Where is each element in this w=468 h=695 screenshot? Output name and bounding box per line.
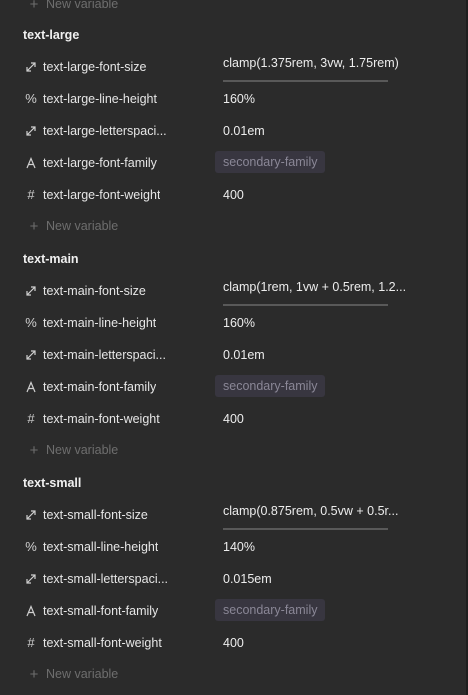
variable-value[interactable]: 400 <box>223 636 244 650</box>
variable-name[interactable]: text-main-font-family <box>43 380 156 394</box>
resize-icon <box>25 349 37 361</box>
variable-name[interactable]: text-large-line-height <box>43 92 157 106</box>
variable-name[interactable]: text-main-letterspaci... <box>43 348 166 362</box>
input-underline <box>223 304 388 306</box>
resize-icon <box>25 61 37 73</box>
variable-name[interactable]: text-small-font-weight <box>43 636 162 650</box>
variable-name[interactable]: text-large-font-weight <box>43 188 160 202</box>
variable-value[interactable]: 0.01em <box>223 348 265 362</box>
variable-value[interactable]: 400 <box>223 188 244 202</box>
input-underline <box>223 80 388 82</box>
variable-value[interactable]: 140% <box>223 540 255 554</box>
plus-icon: + <box>29 441 39 459</box>
hash-icon: # <box>27 411 35 426</box>
group-title: text-small <box>23 476 82 490</box>
plus-icon: + <box>29 217 39 235</box>
font-family-chip[interactable]: secondary-family <box>215 151 326 173</box>
variable-name[interactable]: text-small-line-height <box>43 540 158 554</box>
new-variable-button[interactable]: + New variable <box>28 216 119 236</box>
variable-value[interactable]: 400 <box>223 412 244 426</box>
variable-name[interactable]: text-small-letterspaci... <box>43 572 168 586</box>
variable-name[interactable]: text-small-font-family <box>43 604 158 618</box>
percent-icon: % <box>25 539 37 554</box>
font-icon <box>25 381 37 393</box>
variables-panel: + New variable text-large text-large-fon… <box>0 0 468 695</box>
variable-name[interactable]: text-main-font-size <box>43 284 146 298</box>
new-variable-button[interactable]: + New variable <box>28 0 119 14</box>
variable-name[interactable]: text-small-font-size <box>43 508 148 522</box>
variable-value[interactable]: 160% <box>223 92 255 106</box>
plus-icon: + <box>29 0 39 13</box>
new-variable-label: New variable <box>46 0 119 11</box>
resize-icon <box>25 125 37 137</box>
hash-icon: # <box>27 635 35 650</box>
hash-icon: # <box>27 187 35 202</box>
group-title: text-large <box>23 28 80 42</box>
new-variable-label: New variable <box>46 667 119 681</box>
variable-value-input[interactable]: clamp(1.375rem, 3vw, 1.75rem) <box>223 56 399 70</box>
variable-value-input[interactable]: clamp(0.875rem, 0.5vw + 0.5r... <box>223 504 398 518</box>
variable-value-input[interactable]: clamp(1rem, 1vw + 0.5rem, 1.2... <box>223 280 406 294</box>
variable-name[interactable]: text-large-font-size <box>43 60 147 74</box>
percent-icon: % <box>25 91 37 106</box>
plus-icon: + <box>29 665 39 683</box>
input-underline <box>223 528 388 530</box>
percent-icon: % <box>25 315 37 330</box>
font-family-chip[interactable]: secondary-family <box>215 599 326 621</box>
variable-value[interactable]: 0.015em <box>223 572 272 586</box>
new-variable-label: New variable <box>46 443 119 457</box>
variable-name[interactable]: text-main-font-weight <box>43 412 160 426</box>
variable-name[interactable]: text-large-letterspaci... <box>43 124 167 138</box>
new-variable-label: New variable <box>46 219 119 233</box>
font-family-chip[interactable]: secondary-family <box>215 375 326 397</box>
variable-name[interactable]: text-large-font-family <box>43 156 157 170</box>
font-icon <box>25 605 37 617</box>
resize-icon <box>25 509 37 521</box>
group-title: text-main <box>23 252 79 266</box>
variable-name[interactable]: text-main-line-height <box>43 316 156 330</box>
font-icon <box>25 157 37 169</box>
new-variable-button[interactable]: + New variable <box>28 664 119 684</box>
new-variable-button[interactable]: + New variable <box>28 440 119 460</box>
resize-icon <box>25 285 37 297</box>
variable-value[interactable]: 160% <box>223 316 255 330</box>
resize-icon <box>25 573 37 585</box>
variable-value[interactable]: 0.01em <box>223 124 265 138</box>
